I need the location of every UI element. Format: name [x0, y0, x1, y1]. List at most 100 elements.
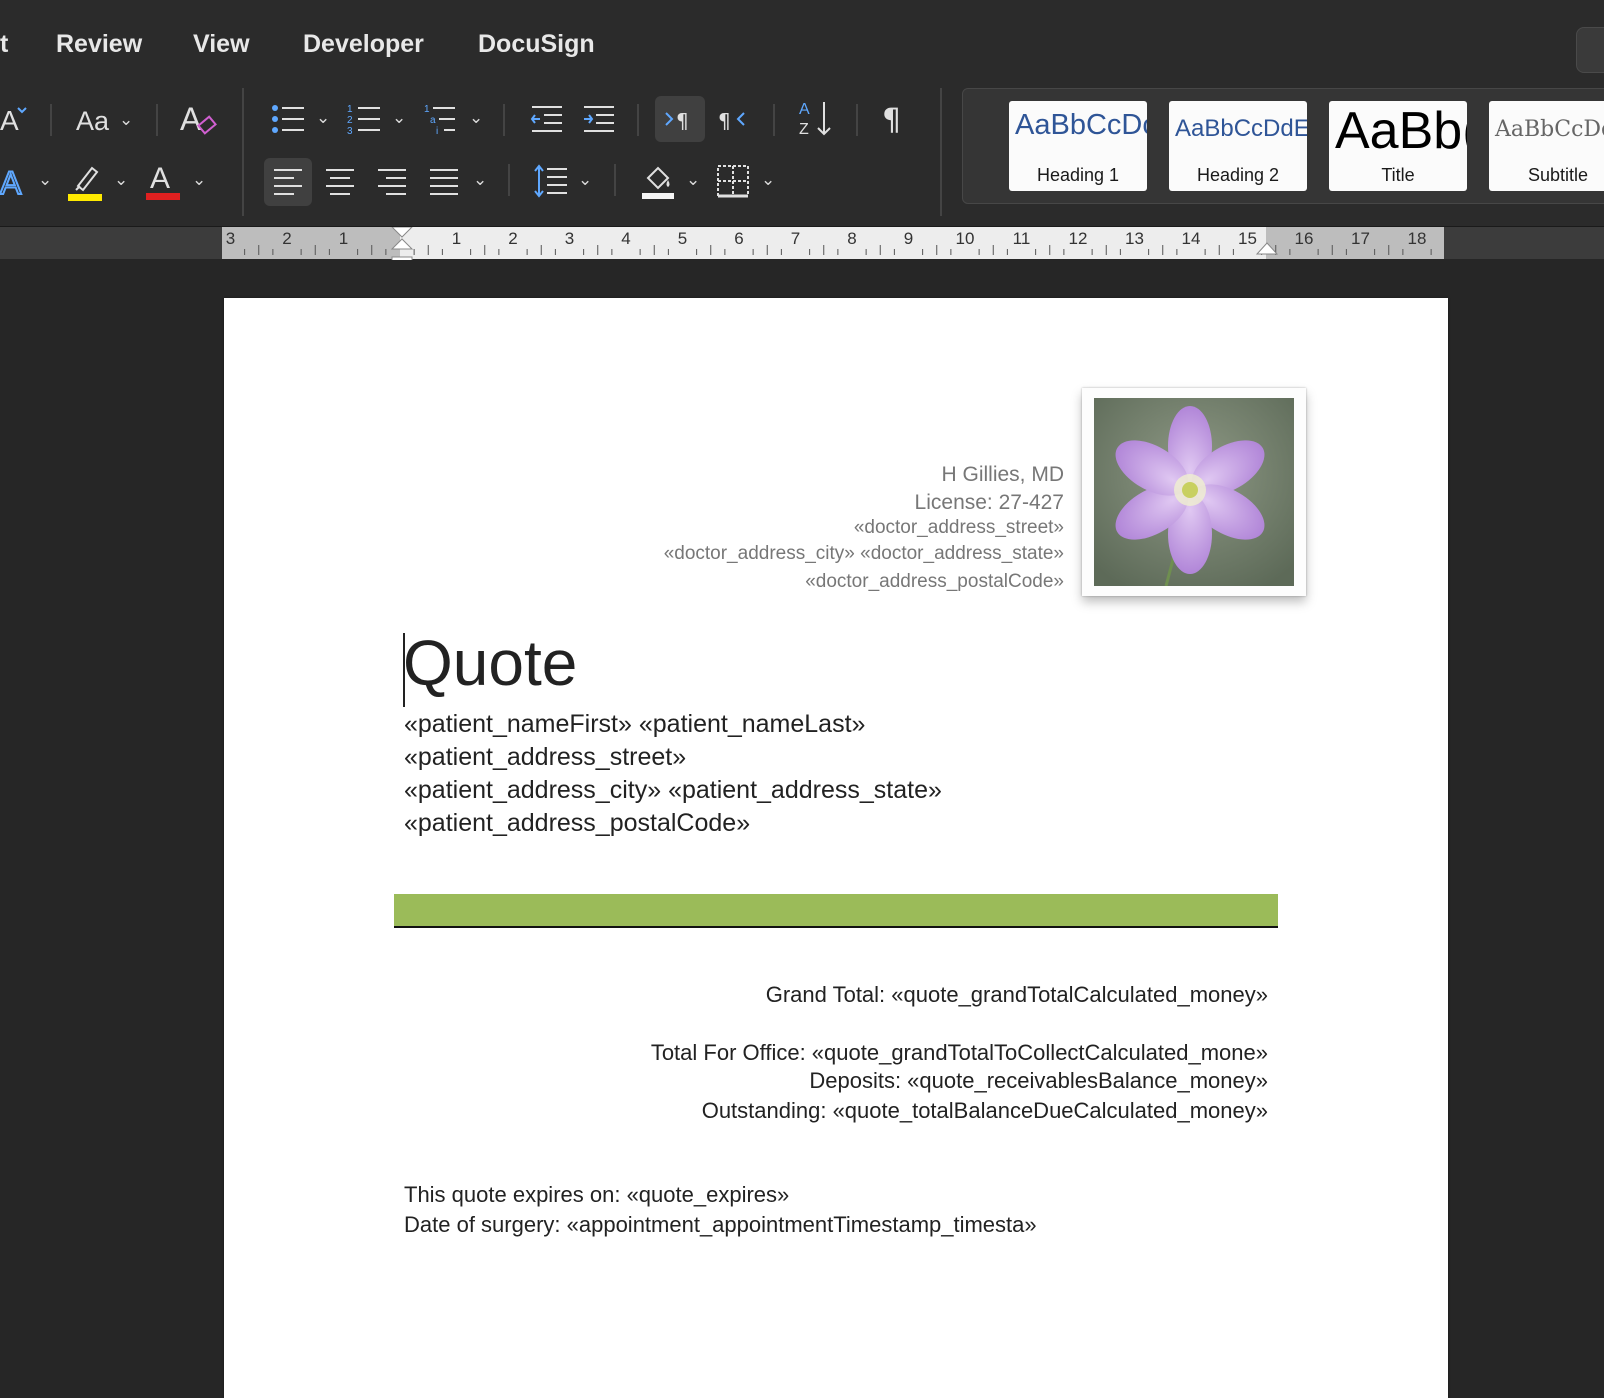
- tab-developer[interactable]: Developer: [303, 30, 424, 59]
- chevron-down-icon[interactable]: ⌄: [114, 170, 128, 190]
- ruler-label: 18: [1408, 229, 1427, 248]
- surgery-date: Date of surgery: «appointment_appointmen…: [404, 1212, 1037, 1237]
- increase-indent-icon[interactable]: [582, 102, 616, 136]
- separator: [503, 104, 505, 136]
- svg-text:1: 1: [347, 104, 353, 115]
- flower-photo: [1094, 398, 1294, 586]
- ruler-label: 4: [621, 229, 630, 248]
- sort-icon[interactable]: A Z: [797, 98, 835, 140]
- text-effects-icon[interactable]: A: [0, 164, 34, 200]
- svg-text:A: A: [0, 105, 19, 136]
- highlight-color-icon[interactable]: [68, 160, 104, 202]
- svg-text:¶: ¶: [718, 109, 731, 133]
- line-spacing-icon[interactable]: [533, 164, 569, 200]
- ruler-label: 15: [1238, 229, 1257, 248]
- style-sample-text: AaBbCcDdEe: [1175, 115, 1307, 142]
- borders-icon[interactable]: [716, 164, 750, 198]
- separator: [156, 104, 158, 136]
- chevron-down-icon[interactable]: ⌄: [469, 108, 483, 128]
- patient-city-state: «patient_address_city» «patient_address_…: [404, 776, 942, 804]
- ruler-label: 1: [452, 229, 461, 248]
- svg-text:A: A: [150, 162, 170, 195]
- style-subtitle[interactable]: AaBbCcDd Subtitle: [1489, 101, 1604, 191]
- style-sample-text: AaBbCcDd: [1495, 117, 1604, 142]
- styles-gallery: AaBbCcDc Heading 1 AaBbCcDdEe Heading 2 …: [962, 88, 1604, 204]
- doctor-city-state: «doctor_address_city» «doctor_address_st…: [663, 543, 1064, 564]
- chevron-down-icon[interactable]: ⌄: [761, 170, 775, 190]
- chevron-down-icon[interactable]: ⌄: [473, 170, 487, 190]
- bullets-icon[interactable]: [271, 102, 305, 136]
- style-label: Heading 2: [1196, 165, 1280, 185]
- ruler-label: 12: [1069, 229, 1088, 248]
- chevron-down-icon[interactable]: ⌄: [119, 110, 133, 130]
- ruler-label: 16: [1295, 229, 1314, 248]
- numbering-icon[interactable]: 1 2 3: [347, 102, 381, 136]
- style-heading-1[interactable]: AaBbCcDc Heading 1: [1009, 101, 1147, 191]
- svg-text:A: A: [799, 101, 810, 118]
- svg-text:¶: ¶: [882, 103, 901, 136]
- clear-formatting-icon[interactable]: A: [180, 100, 220, 140]
- align-left-icon[interactable]: [272, 166, 304, 198]
- ruler-label: 5: [678, 229, 687, 248]
- ruler-label: 17: [1351, 229, 1370, 248]
- deposits: Deposits: «quote_receivablesBalance_mone…: [809, 1068, 1268, 1093]
- tab-insert-partial[interactable]: t: [0, 30, 8, 59]
- svg-text:Z: Z: [799, 121, 809, 138]
- svg-text:a: a: [430, 115, 436, 126]
- style-label: Title: [1381, 165, 1415, 185]
- tab-docusign[interactable]: DocuSign: [478, 30, 595, 59]
- doctor-license: License: 27-427: [914, 491, 1064, 514]
- accent-divider-bar: [394, 894, 1278, 928]
- document-page[interactable]: H Gillies, MD License: 27-427 «doctor_ad…: [224, 298, 1448, 1398]
- total-for-office: Total For Office: «quote_grandTotalToCol…: [650, 1040, 1268, 1065]
- style-label: Subtitle: [1527, 165, 1589, 185]
- show-formatting-marks-icon[interactable]: ¶: [882, 102, 912, 136]
- chevron-down-icon[interactable]: ⌄: [38, 170, 52, 190]
- decrease-indent-icon[interactable]: [530, 102, 564, 136]
- separator: [508, 164, 510, 196]
- framed-photo[interactable]: [1082, 388, 1306, 596]
- svg-text:¶: ¶: [676, 109, 689, 133]
- doctor-name: H Gillies, MD: [941, 463, 1064, 486]
- svg-text:A: A: [0, 165, 22, 200]
- change-case-button[interactable]: Aa: [76, 106, 109, 137]
- comments-button[interactable]: [1576, 27, 1604, 73]
- right-to-left-text-icon[interactable]: ¶: [718, 104, 752, 134]
- tab-review[interactable]: Review: [56, 30, 142, 59]
- right-indent-marker-icon[interactable]: [1256, 241, 1278, 255]
- patient-name: «patient_nameFirst» «patient_nameLast»: [404, 710, 866, 738]
- separator: [242, 88, 244, 216]
- patient-street: «patient_address_street»: [404, 743, 687, 771]
- style-sample-text: AaBb(: [1335, 102, 1467, 160]
- ruler-label: 8: [847, 229, 856, 248]
- chevron-down-icon[interactable]: ⌄: [686, 170, 700, 190]
- ruler-label: 2: [508, 229, 517, 248]
- chevron-down-icon[interactable]: ⌄: [192, 170, 206, 190]
- decrease-font-size-icon[interactable]: A: [0, 102, 34, 136]
- separator: [50, 104, 52, 136]
- style-title[interactable]: AaBb( Title: [1329, 101, 1467, 191]
- style-heading-2[interactable]: AaBbCcDdEe Heading 2: [1169, 101, 1307, 191]
- ruler-label: 3: [565, 229, 574, 248]
- shading-icon[interactable]: [640, 160, 676, 200]
- chevron-down-icon[interactable]: ⌄: [392, 108, 406, 128]
- ruler-label: 13: [1125, 229, 1144, 248]
- svg-text:2: 2: [347, 115, 353, 126]
- separator: [940, 88, 942, 216]
- left-to-right-text-icon[interactable]: ¶: [664, 104, 698, 134]
- ribbon-tab-bar: t Review View Developer DocuSign: [0, 0, 1604, 88]
- ruler-label: 7: [791, 229, 800, 248]
- chevron-down-icon[interactable]: ⌄: [316, 108, 330, 128]
- align-center-icon[interactable]: [324, 166, 356, 198]
- align-right-icon[interactable]: [376, 166, 408, 198]
- text-cursor: [403, 633, 405, 707]
- multilevel-list-icon[interactable]: 1 a i: [424, 102, 458, 136]
- font-color-icon[interactable]: A: [146, 158, 182, 202]
- ruler-label: 3: [226, 229, 235, 248]
- chevron-down-icon[interactable]: ⌄: [578, 170, 592, 190]
- grand-total: Grand Total: «quote_grandTotalCalculated…: [765, 982, 1268, 1007]
- justify-icon[interactable]: [428, 166, 460, 198]
- tab-view[interactable]: View: [193, 30, 250, 59]
- svg-text:i: i: [436, 126, 438, 136]
- quote-expiry: This quote expires on: «quote_expires»: [404, 1182, 790, 1207]
